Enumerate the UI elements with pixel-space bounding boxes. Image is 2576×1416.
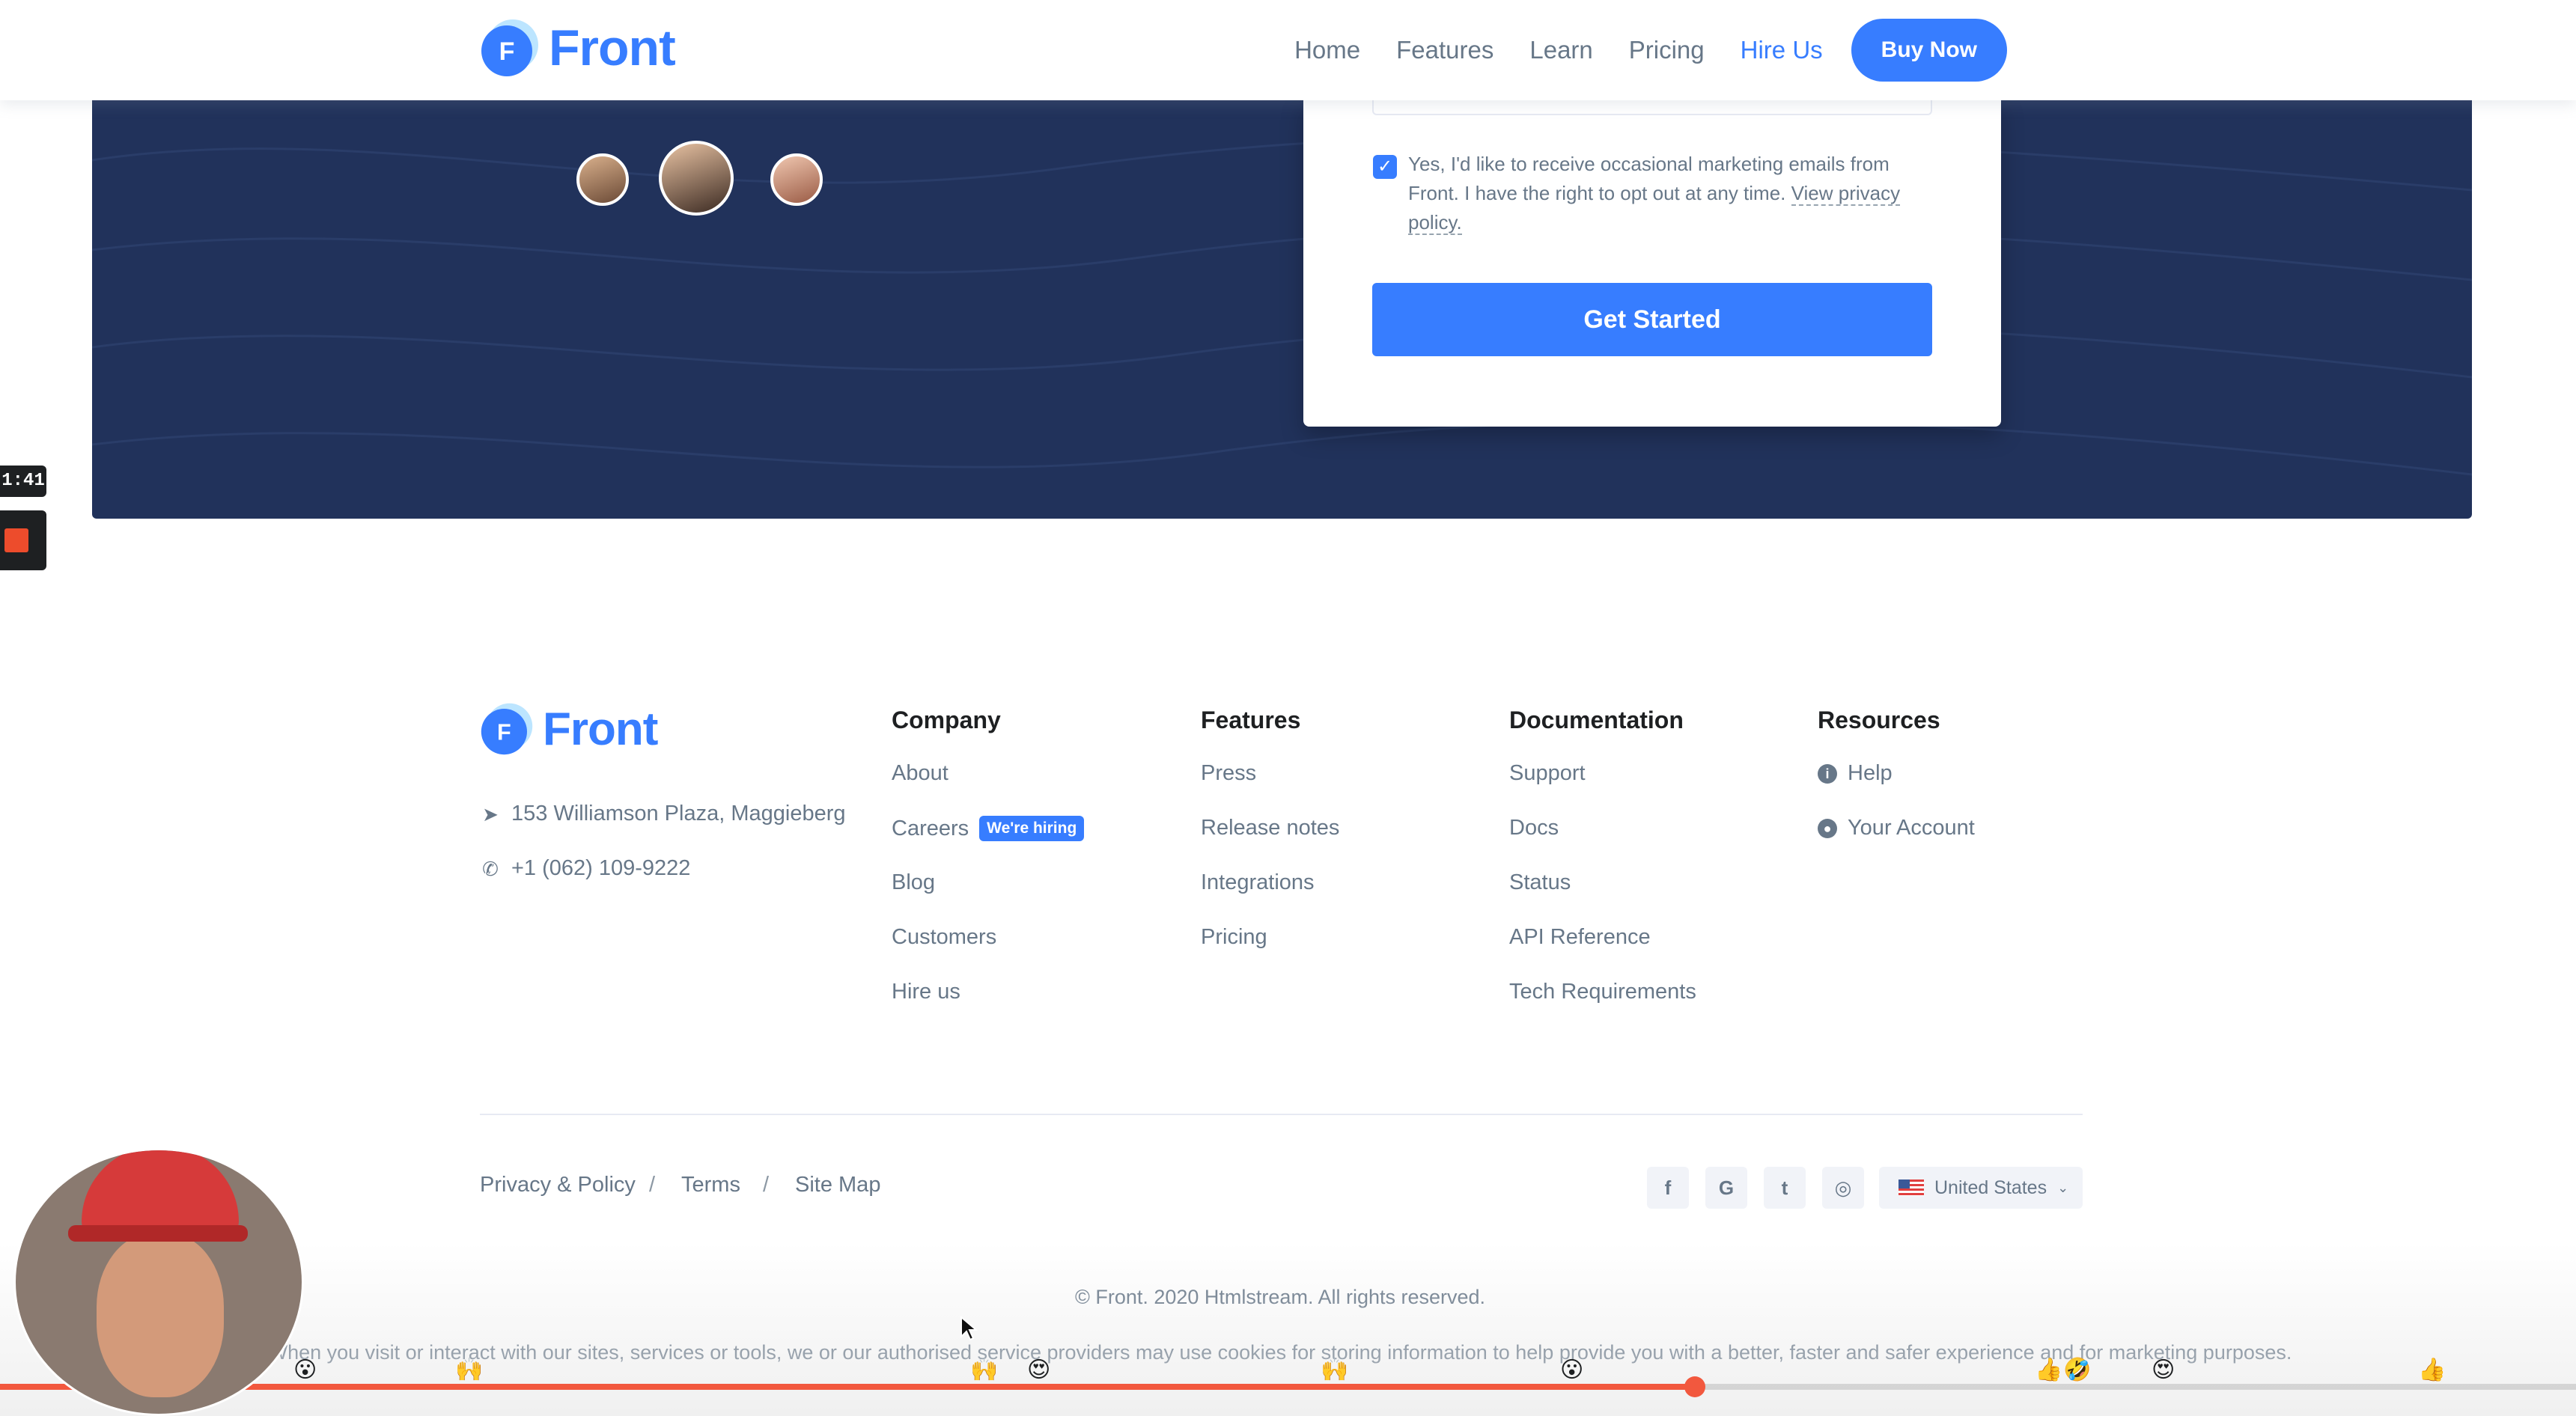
address-text: 153 Williamson Plaza, Maggieberg [511, 802, 846, 826]
footer-logo[interactable]: F Front [480, 702, 658, 756]
footer-link-about[interactable]: About [892, 761, 949, 786]
nav-home[interactable]: Home [1294, 36, 1360, 64]
legal-link-privacy-policy[interactable]: Privacy & Policy [480, 1173, 636, 1197]
your-account-label: Your Account [1848, 816, 1975, 840]
phone-icon: ✆ [482, 857, 499, 880]
video-progress-bar[interactable] [0, 1376, 2576, 1397]
phone: ✆ +1 (062) 109-9222 [480, 856, 690, 881]
user-circle-icon: ● [1818, 818, 1837, 838]
reaction-emoji: 👍 [2035, 1358, 2063, 1382]
stop-icon [4, 528, 28, 552]
country-label: United States [1934, 1177, 2047, 1198]
reaction-emoji: 😮 [1560, 1358, 1584, 1382]
get-started-button[interactable]: Get Started [1372, 283, 1932, 356]
recording-timer: 1:41 [0, 466, 46, 497]
webcam-bubble [13, 1148, 304, 1416]
footer-link-support[interactable]: Support [1509, 761, 1586, 786]
legal-separator: / [649, 1173, 656, 1197]
chevron-down-icon: ⌄ [2057, 1180, 2069, 1195]
help-label: Help [1848, 761, 1893, 785]
country-selector[interactable]: United States ⌄ [1879, 1167, 2083, 1209]
footer-link-customers[interactable]: Customers [892, 925, 996, 950]
presenter-face [97, 1233, 224, 1397]
avatar-man [659, 141, 734, 216]
buy-now-button[interactable]: Buy Now [1851, 19, 2007, 82]
facebook-icon[interactable]: f [1647, 1167, 1689, 1209]
nav-hire-us[interactable]: Hire Us [1741, 36, 1823, 64]
nav-features[interactable]: Features [1396, 36, 1493, 64]
marketing-consent-checkbox[interactable]: ✓ [1373, 155, 1397, 179]
us-flag-icon [1898, 1180, 1924, 1196]
cookie-notice: When you visit or interact with our site… [268, 1341, 2292, 1364]
google-icon[interactable]: G [1705, 1167, 1747, 1209]
footer-link-release-notes[interactable]: Release notes [1201, 816, 1339, 840]
brand-name: Front [549, 19, 676, 76]
legal-link-terms[interactable]: Terms [681, 1173, 740, 1197]
footer-link-integrations[interactable]: Integrations [1201, 870, 1315, 895]
reaction-emoji: 😍 [2152, 1358, 2175, 1382]
github-icon[interactable]: ◎ [1822, 1167, 1864, 1209]
footer-col-title-documentation: Documentation [1509, 707, 1684, 733]
copyright: © Front. 2020 Htmlstream. All rights res… [1074, 1286, 1486, 1308]
svg-text:F: F [499, 37, 515, 66]
reaction-emoji: 🙌 [455, 1358, 484, 1382]
avatar-woman-1 [576, 153, 629, 206]
avatar-woman-2 [770, 153, 823, 206]
hiring-badge: We're hiring [979, 816, 1085, 841]
legal-link-site-map[interactable]: Site Map [795, 1173, 880, 1197]
video-progress-fill [0, 1384, 1696, 1390]
footer-link-api-reference[interactable]: API Reference [1509, 925, 1651, 950]
site-header: F Front Home Features Learn Pricing Hire… [0, 0, 2576, 100]
footer-link-press[interactable]: Press [1201, 761, 1256, 786]
video-overlay-gradient [0, 1242, 2576, 1416]
footer-link-status[interactable]: Status [1509, 870, 1571, 895]
presenter-cap [82, 1150, 239, 1236]
reaction-emoji: 😮 [293, 1358, 317, 1382]
hero-section [92, 100, 2472, 519]
footer-divider [480, 1114, 2083, 1115]
info-circle-icon: i [1818, 763, 1837, 784]
footer-link-tech-requirements[interactable]: Tech Requirements [1509, 980, 1696, 1004]
presenter-cap-brim [68, 1225, 248, 1242]
reaction-emoji: 👍 [2418, 1358, 2446, 1382]
message-textarea[interactable] [1372, 100, 1932, 115]
reaction-emoji: 🙌 [970, 1358, 999, 1382]
twitter-icon[interactable]: t [1764, 1167, 1806, 1209]
address: ➤ 153 Williamson Plaza, Maggieberg [480, 802, 846, 826]
footer-col-title-resources: Resources [1818, 707, 1940, 733]
mouse-cursor-icon [960, 1316, 978, 1341]
front-logo-icon: F [480, 18, 540, 78]
consent-text: Yes, I'd like to receive occasional mark… [1408, 150, 1932, 237]
header-logo[interactable]: F Front [480, 18, 676, 78]
topographic-pattern [92, 134, 2472, 476]
footer-link-careers[interactable]: Careers We're hiring [892, 816, 1085, 841]
legal-separator: / [763, 1173, 770, 1197]
stop-recording-button[interactable] [0, 510, 46, 570]
nav-pricing[interactable]: Pricing [1629, 36, 1705, 64]
footer-link-hire-us[interactable]: Hire us [892, 980, 960, 1004]
footer-link-docs[interactable]: Docs [1509, 816, 1559, 840]
reaction-emoji: 😍 [1027, 1358, 1051, 1382]
svg-text:F: F [497, 719, 511, 745]
signup-form: ✓ Yes, I'd like to receive occasional ma… [1303, 100, 2001, 427]
nav-learn[interactable]: Learn [1529, 36, 1592, 64]
footer-brand-name: Front [543, 703, 658, 755]
reaction-emoji: 🙌 [1321, 1358, 1349, 1382]
footer-link-blog[interactable]: Blog [892, 870, 935, 895]
reaction-emoji: 🤣 [2063, 1358, 2092, 1382]
main-nav: Home Features Learn Pricing Hire Us Buy … [1258, 19, 2007, 82]
footer-link-pricing[interactable]: Pricing [1201, 925, 1267, 950]
location-arrow-icon: ➤ [482, 802, 499, 826]
footer-col-title-features: Features [1201, 707, 1301, 733]
front-logo-icon: F [480, 702, 534, 756]
footer-link-your-account[interactable]: ● Your Account [1818, 816, 1975, 840]
phone-text: +1 (062) 109-9222 [511, 856, 691, 880]
careers-label: Careers [892, 816, 969, 840]
footer-link-help[interactable]: i Help [1818, 761, 1893, 786]
video-scrubber-handle[interactable] [1684, 1376, 1706, 1397]
footer-col-title-company: Company [892, 707, 1001, 733]
